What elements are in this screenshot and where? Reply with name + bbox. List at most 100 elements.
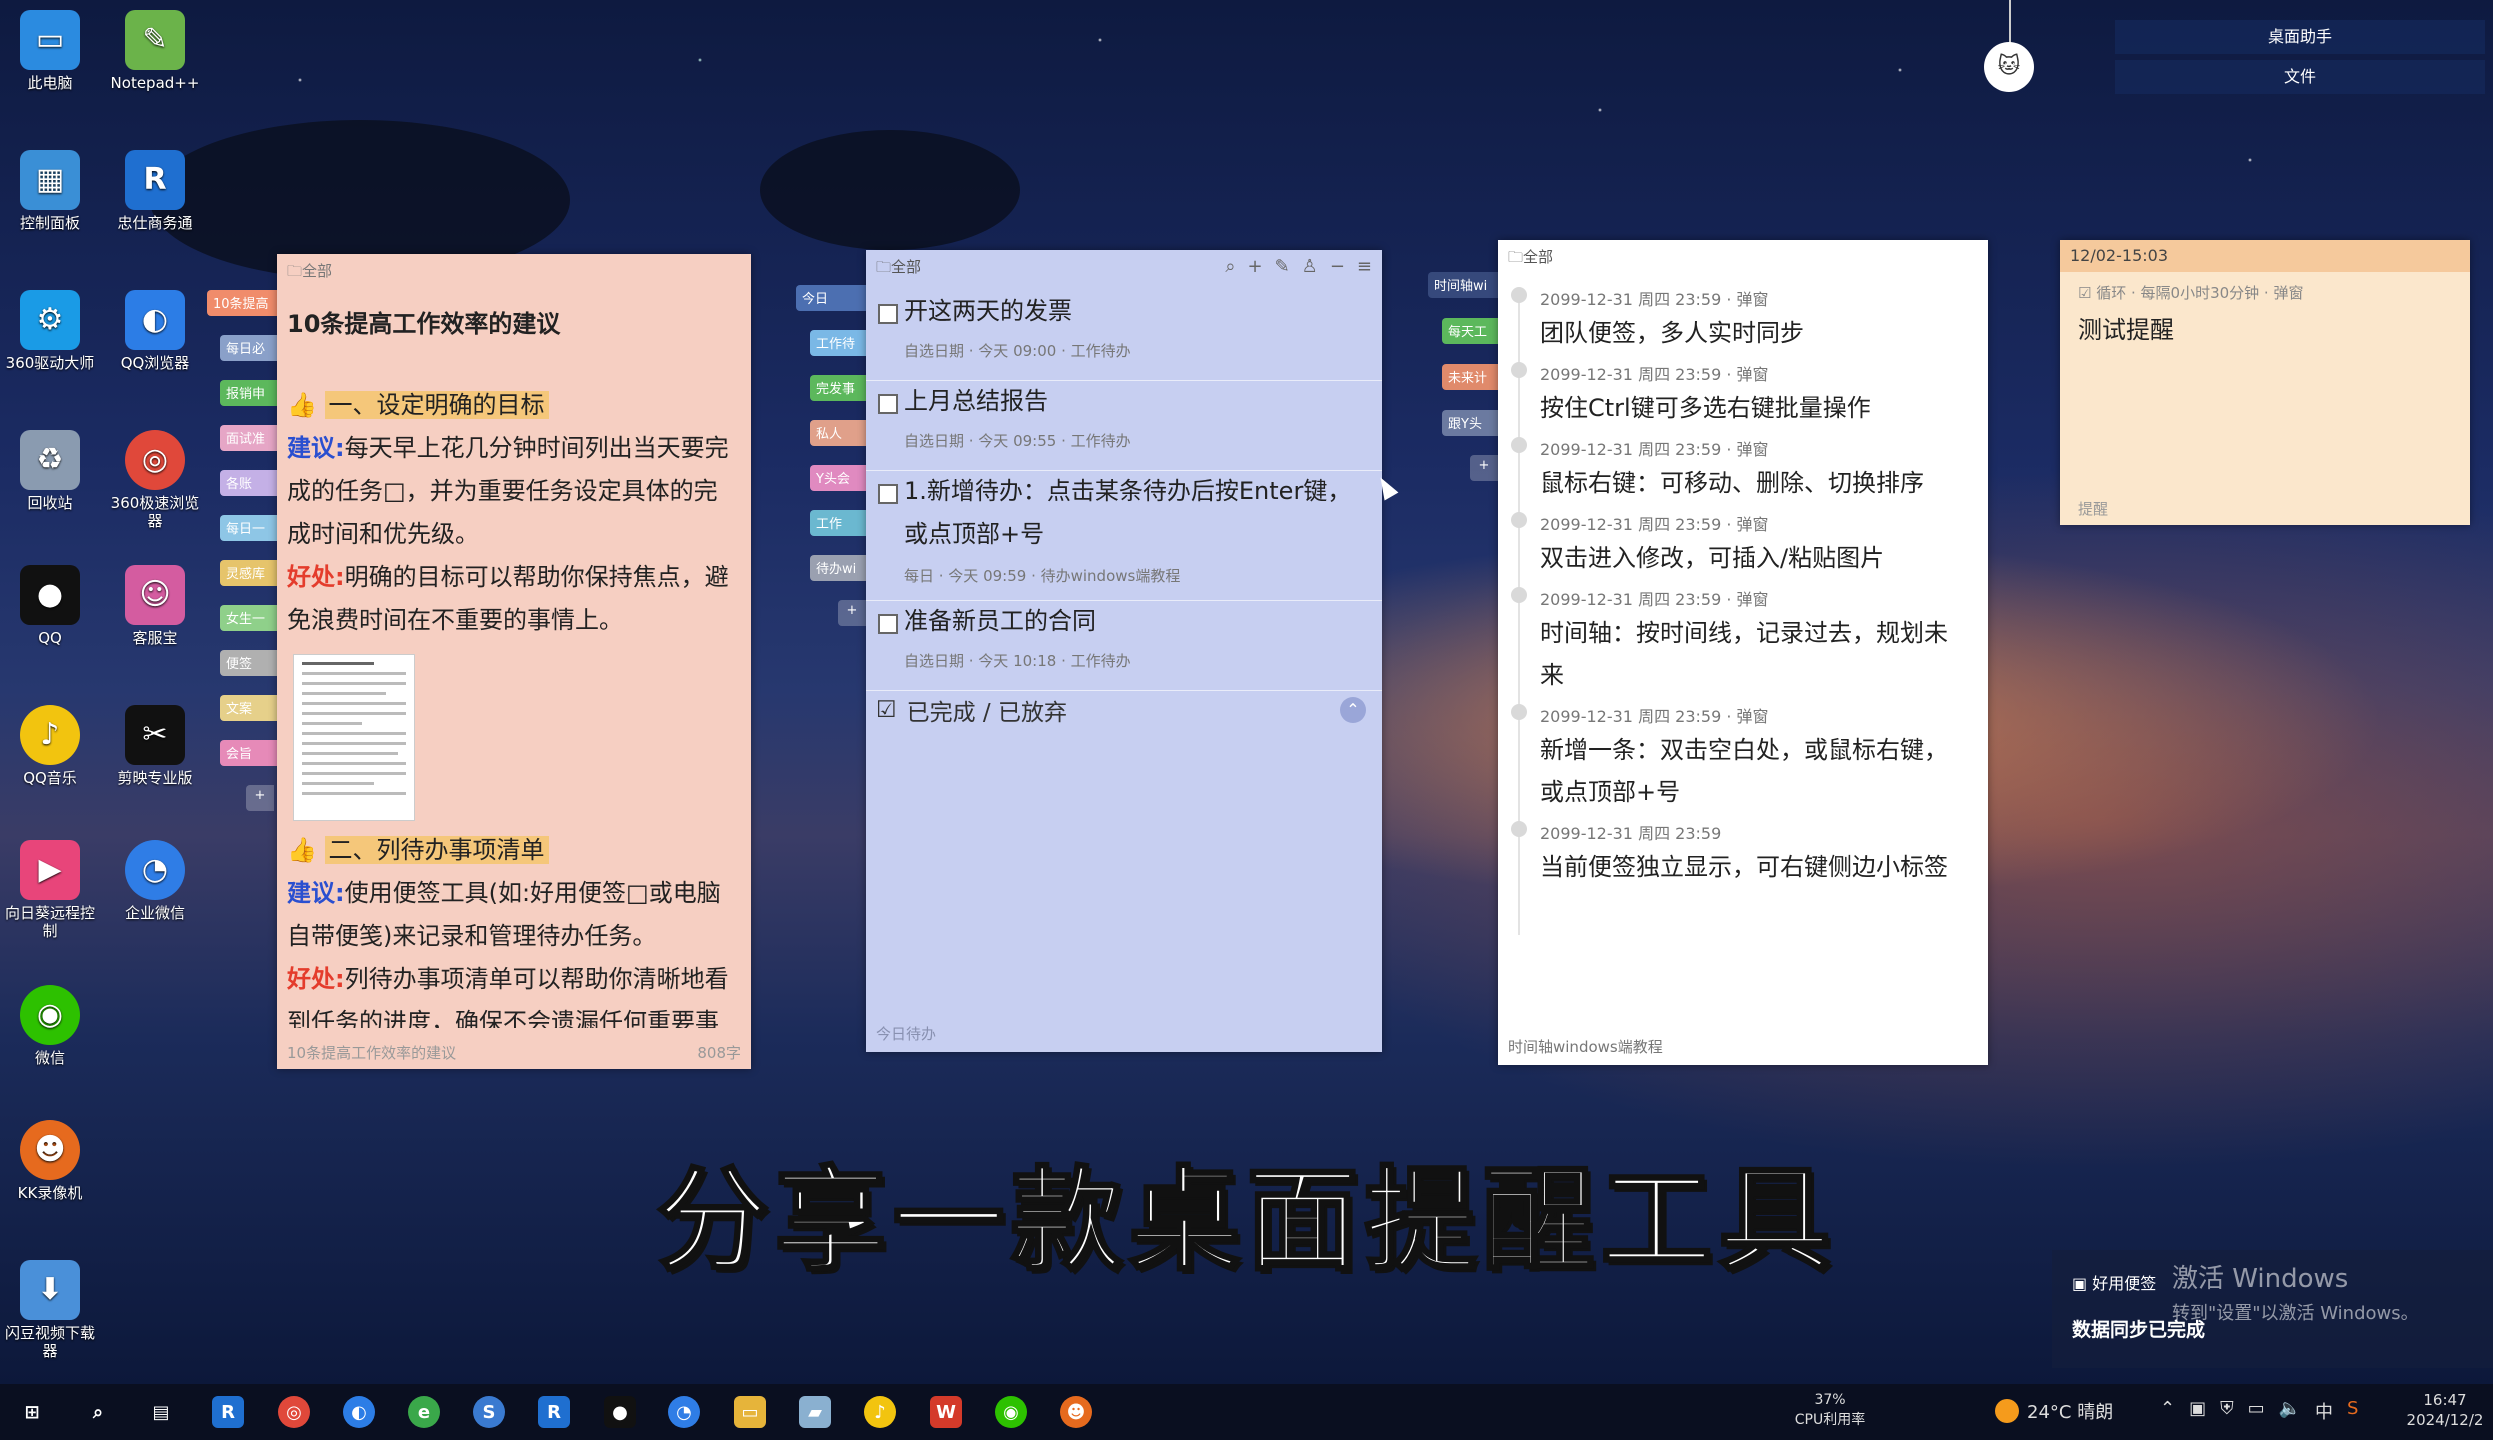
minimize-icon[interactable]: − [1330,256,1345,277]
desktop-icon[interactable]: ▦ 控制面板 [0,150,100,232]
sogou-icon[interactable]: S [2347,1398,2358,1424]
security-icon[interactable]: ⛨ [2220,1398,2234,1424]
desktop-icon[interactable]: ♻ 回收站 [0,430,100,512]
file-button[interactable]: 文件 [2115,60,2485,94]
reminder-title[interactable]: 测试提醒 [2078,310,2174,345]
todo-checkbox[interactable] [878,394,898,414]
kk-recorder-icon[interactable]: ☻ [1060,1396,1092,1428]
note-image[interactable] [293,654,415,821]
weather-widget[interactable]: 24°C 晴朗 [1995,1398,2113,1424]
timeline-text[interactable]: 双击进入修改，可插入/粘贴图片 [1540,537,1964,579]
desktop-icon[interactable]: ✂ 剪映专业版 [105,705,205,787]
r-app-icon[interactable]: R [212,1396,244,1428]
desktop-icon[interactable]: ⚙ 360驱动大师 [0,290,100,372]
menu-icon[interactable]: ≡ [1357,256,1372,277]
desktop-helper-button[interactable]: 桌面助手 [2115,20,2485,54]
todo-panel[interactable]: 🗀全部 ⌕ + ✎ ♙ − ≡ 开这两天的发票 自选日期 · 今天 09:00 … [866,250,1382,1052]
qq-browser-icon[interactable]: ◐ [343,1396,375,1428]
breadcrumb[interactable]: 🗀全部 [876,256,921,282]
timeline-text[interactable]: 团队便签，多人实时同步 [1540,312,1964,354]
ime-indicator[interactable]: 中 [2315,1398,2333,1424]
timeline-text[interactable]: 新增一条：双击空白处，或鼠标右键，或点顶部+号 [1540,729,1964,813]
pin-icon[interactable]: ✎ [1275,256,1290,277]
r-app-icon[interactable]: R [538,1396,570,1428]
app-tray-icon[interactable]: ▣ [2189,1398,2206,1424]
browser-icon[interactable]: e [408,1396,440,1428]
chevron-up-icon[interactable]: ⌃ [2160,1398,2175,1424]
qq-music-icon[interactable]: ♪ [864,1396,896,1428]
side-tab[interactable]: 每日必 [220,335,277,361]
desktop-icon[interactable]: ◎ 360极速浏览器 [105,430,205,530]
qq-icon[interactable]: ● [604,1396,636,1428]
timeline-text[interactable]: 时间轴：按时间线，记录过去，规划未来 [1540,612,1964,696]
side-tab[interactable]: 女生一 [220,605,277,631]
notes-icon[interactable]: ▰ [799,1396,831,1428]
desktop-icon[interactable]: ☺ 客服宝 [105,565,205,647]
desktop-icon[interactable]: R 忠仕商务通 [105,150,205,232]
todo-item[interactable]: 开这两天的发票 自选日期 · 今天 09:00 · 工作待办 [866,290,1382,381]
chevron-up-icon[interactable]: ⌃ [1340,697,1366,723]
side-tab[interactable]: 每日一 [220,515,277,541]
breadcrumb[interactable]: 🗀全部 [287,260,332,286]
clock[interactable]: 16:47 2024/12/2 [2400,1390,2490,1430]
desktop-icon[interactable]: ◐ QQ浏览器 [105,290,205,372]
side-tab[interactable]: 会旨 [220,740,277,766]
wecom-icon[interactable]: ◔ [668,1396,700,1428]
completed-section-toggle[interactable]: ☑ 已完成 / 已放弃 ⌃ [876,690,1372,730]
windows-start-icon[interactable]: ⊞ [16,1396,48,1428]
side-tab[interactable]: 未来计 [1442,364,1498,390]
add-tab-icon[interactable]: + [1470,455,1498,481]
cat-mascot-icon[interactable]: 🐱 [1984,42,2034,92]
desktop-icon[interactable]: ✎ Notepad++ [105,10,205,92]
file-explorer-icon[interactable]: ▭ [734,1396,766,1428]
add-tab-icon[interactable]: + [838,600,866,626]
chrome-icon[interactable]: ◎ [278,1396,310,1428]
todo-item[interactable]: 上月总结报告 自选日期 · 今天 09:55 · 工作待办 [866,380,1382,471]
side-tab[interactable]: 今日 [796,285,866,311]
timeline-text[interactable]: 鼠标右键：可移动、删除、切换排序 [1540,462,1964,504]
add-tab-icon[interactable]: + [246,785,274,811]
app-icon[interactable]: S [473,1396,505,1428]
side-tab[interactable]: 便签 [220,650,277,676]
side-tab[interactable]: 灵感库 [220,560,277,586]
todo-checkbox[interactable] [878,614,898,634]
volume-icon[interactable]: 🔈 [2279,1398,2301,1424]
todo-item[interactable]: 1.新增待办：点击某条待办后按Enter键，或点顶部+号 每日 · 今天 09:… [866,470,1382,601]
side-tab[interactable]: 10条提高 [207,290,277,316]
side-tab[interactable]: 时间轴wi [1428,272,1498,298]
side-tab[interactable]: 报销申 [220,380,277,406]
todo-checkbox[interactable] [878,484,898,504]
todo-item[interactable]: 准备新员工的合同 自选日期 · 今天 10:18 · 工作待办 [866,600,1382,691]
reminder-panel[interactable]: 12/02-15:03 ☑ 循环 · 每隔0小时30分钟 · 弹窗 测试提醒 提… [2060,240,2470,525]
side-tab[interactable]: 每天工 [1442,318,1498,344]
side-tab[interactable]: 私人 [810,420,866,446]
search-icon[interactable]: ⌕ [1225,256,1235,277]
wechat-icon[interactable]: ◉ [995,1396,1027,1428]
desktop-icon[interactable]: ◉ 微信 [0,985,100,1067]
desktop-icon[interactable]: ♪ QQ音乐 [0,705,100,787]
desktop-icon[interactable]: ▶ 向日葵远程控制 [0,840,100,940]
timeline-panel[interactable]: 🗀全部 2099-12-31 周四 23:59 · 弹窗 团队便签，多人实时同步… [1498,240,1988,1065]
network-icon[interactable]: ▭ [2248,1398,2265,1424]
skin-icon[interactable]: ♙ [1302,256,1318,277]
desktop-icon[interactable]: ● QQ [0,565,100,647]
search-icon[interactable]: ⌕ [82,1396,114,1428]
side-tab[interactable]: 各账 [220,470,277,496]
cpu-usage[interactable]: 37% CPU利用率 [1780,1390,1880,1430]
desktop-icon[interactable]: ▭ 此电脑 [0,10,100,92]
add-icon[interactable]: + [1247,256,1262,277]
task-view-icon[interactable]: ▤ [145,1396,177,1428]
timeline-text[interactable]: 当前便签独立显示，可右键侧边小标签 [1540,846,1964,888]
side-tab[interactable]: 工作待 [810,330,866,356]
side-tab[interactable]: 工作 [810,510,866,536]
side-tab[interactable]: 完发事 [810,375,866,401]
side-tab[interactable]: 文案 [220,695,277,721]
side-tab[interactable]: 跟Y头 [1442,410,1498,436]
side-tab[interactable]: Y头会 [810,465,866,491]
timeline-text[interactable]: 按住Ctrl键可多选右键批量操作 [1540,387,1964,429]
todo-checkbox[interactable] [878,304,898,324]
side-tab[interactable]: 待办wi [810,555,866,581]
wps-icon[interactable]: W [930,1396,962,1428]
breadcrumb[interactable]: 🗀全部 [1508,246,1553,272]
side-tab[interactable]: 面试准 [220,425,277,451]
